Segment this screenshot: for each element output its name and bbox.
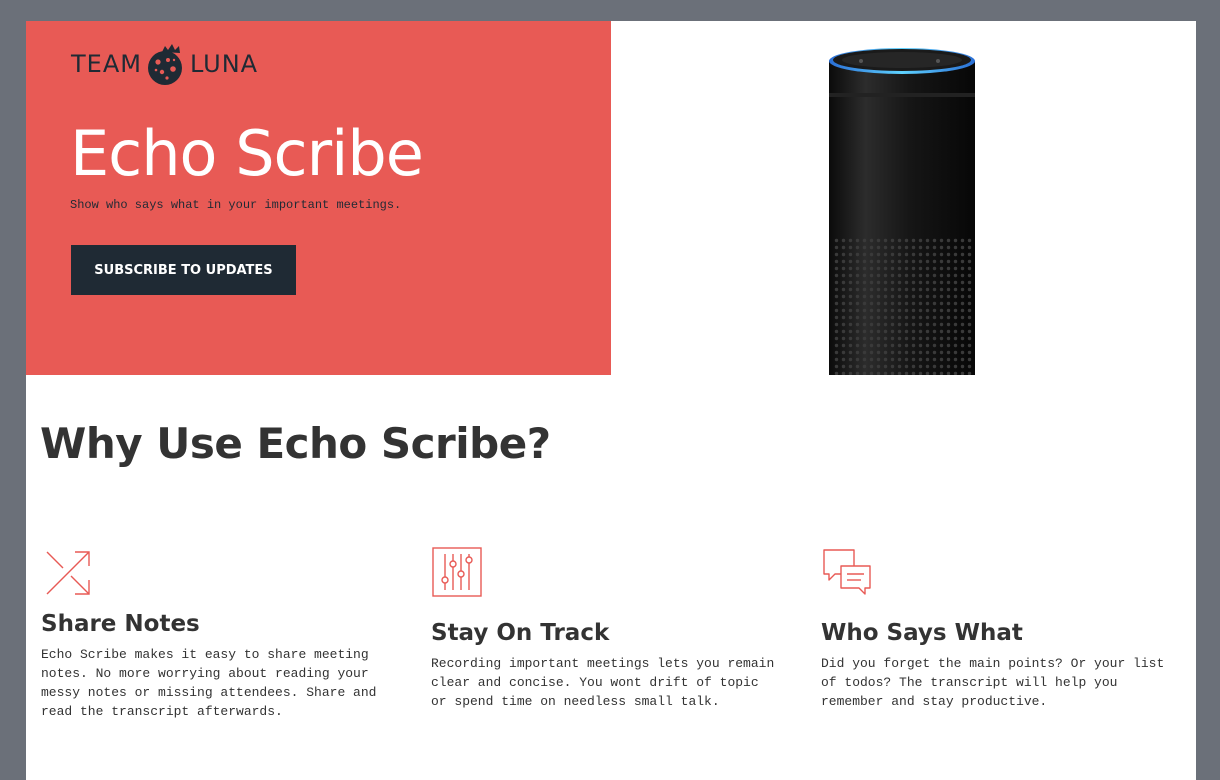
feature-share-notes: Share Notes Echo Scribe makes it easy to…	[41, 546, 391, 721]
chat-bubbles-icon	[823, 549, 871, 595]
feature-text: Echo Scribe makes it easy to share meeti…	[41, 647, 377, 719]
hero-subtitle: Show who says what in your important mee…	[70, 198, 402, 212]
feature-text: Recording important meetings lets you re…	[431, 656, 775, 709]
logo-team-text: TEAM	[71, 50, 142, 78]
hero-title: Echo Scribe	[70, 117, 424, 190]
echo-speaker-image	[829, 48, 975, 375]
feature-title: Stay On Track	[431, 620, 610, 646]
hero-banner: TEAM LUNA Echo Scribe Show who says what…	[26, 21, 611, 375]
feature-text: Did you forget the main points? Or your …	[821, 656, 1165, 709]
moon-crown-icon	[147, 44, 182, 85]
feature-who-says-what: Who Says What Did you forget the main po…	[821, 546, 1171, 711]
logo-luna-text: LUNA	[189, 50, 259, 78]
feature-title: Who Says What	[821, 620, 1023, 646]
page: TEAM LUNA Echo Scribe Show who says what…	[26, 21, 1196, 780]
why-section-title: Why Use Echo Scribe?	[40, 419, 551, 468]
share-arrows-icon	[46, 551, 90, 595]
team-luna-logo[interactable]: TEAM LUNA	[71, 40, 258, 88]
feature-title: Share Notes	[41, 611, 200, 637]
sliders-icon	[432, 547, 482, 597]
feature-stay-on-track: Stay On Track Recording important meetin…	[431, 546, 781, 711]
subscribe-button[interactable]: Subscribe to updates	[71, 245, 296, 295]
